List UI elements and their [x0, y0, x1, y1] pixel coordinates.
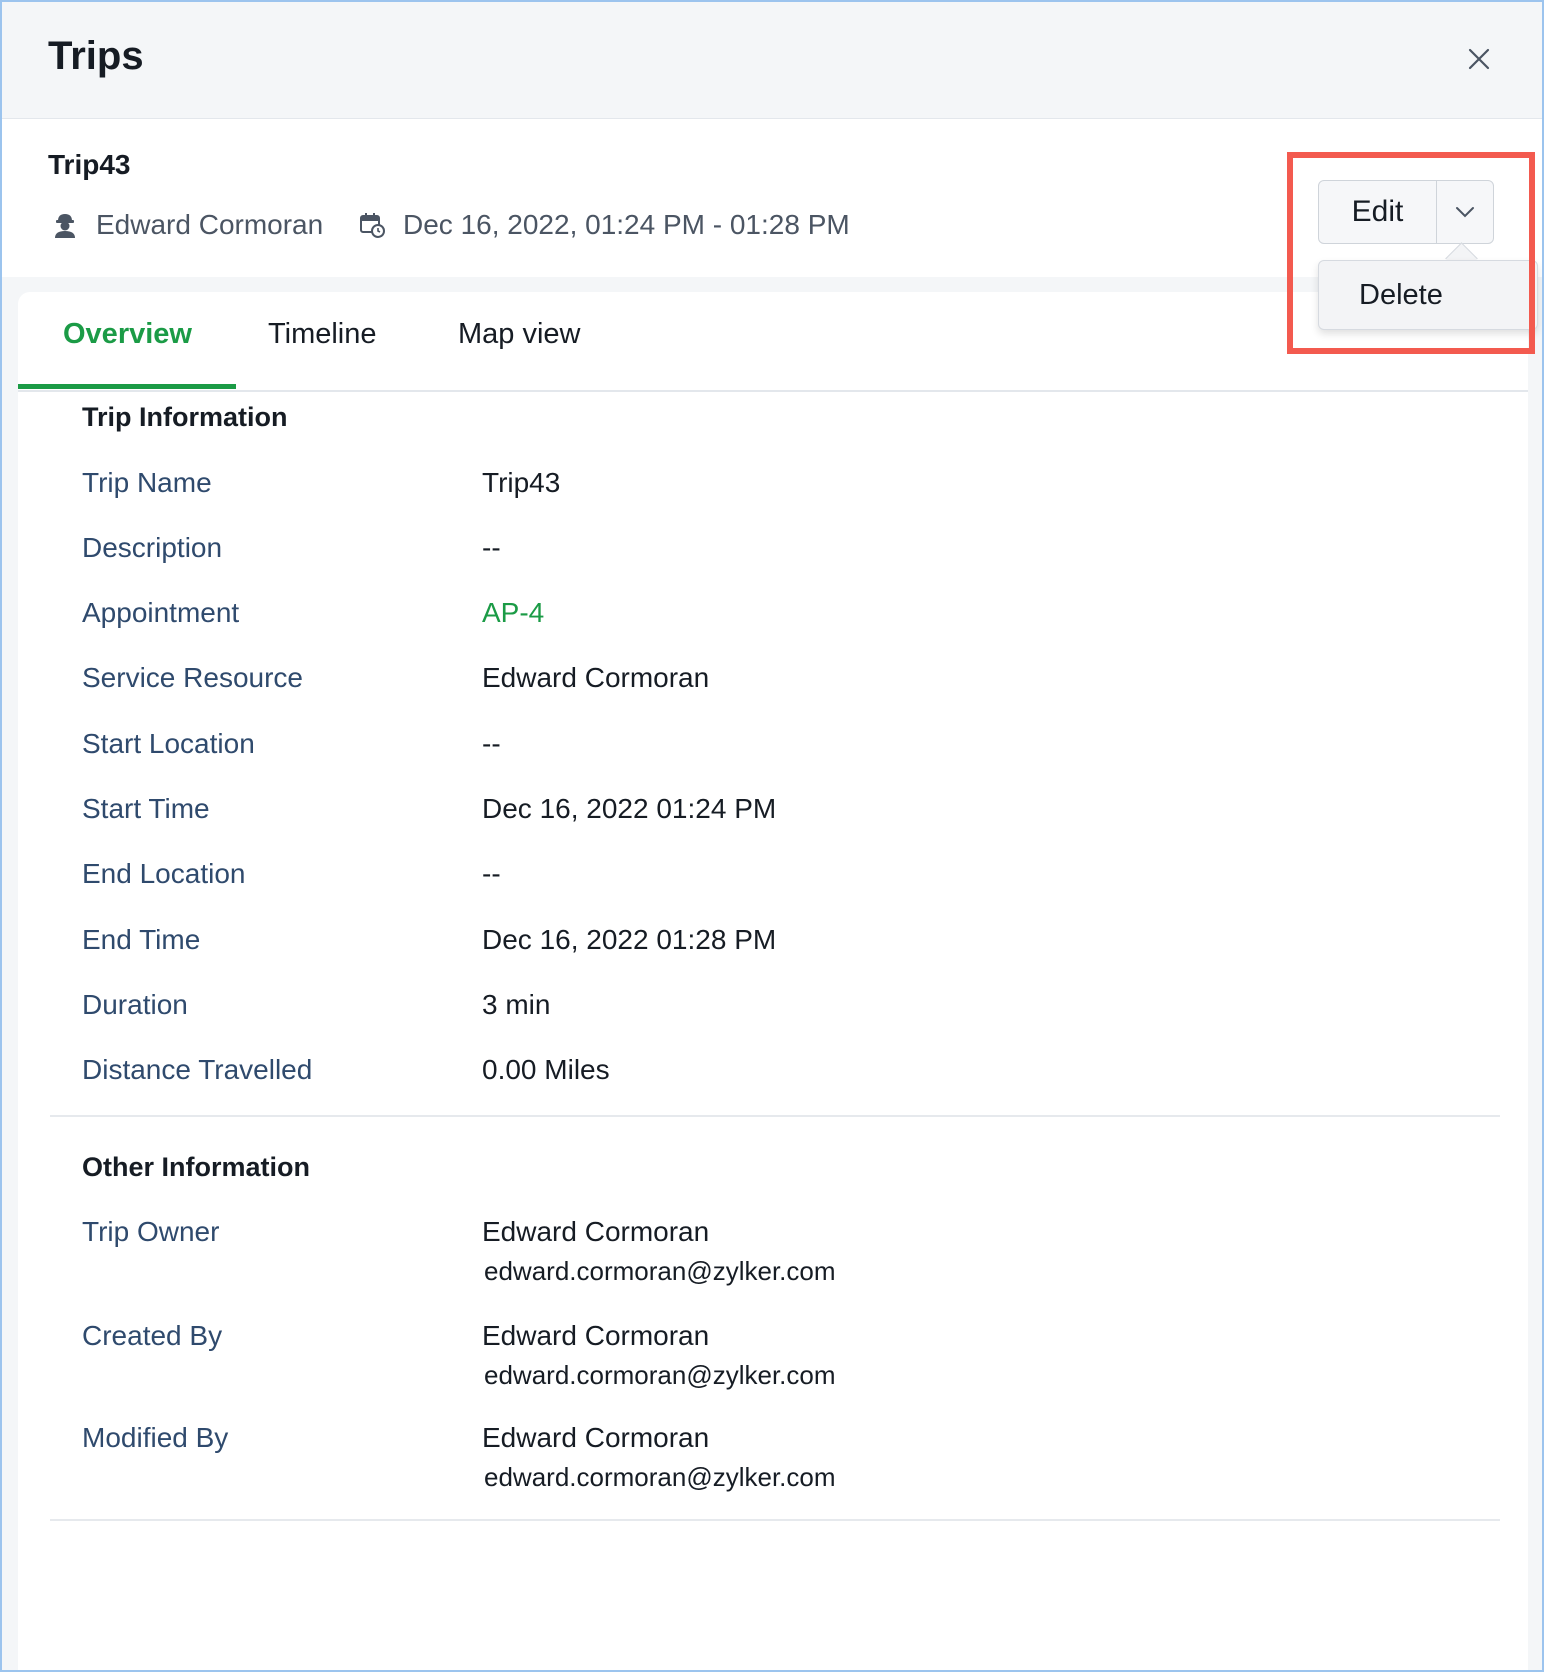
delete-menu-item[interactable]: Delete: [1359, 261, 1443, 329]
panel-header: Trips: [2, 2, 1542, 119]
user-email: edward.cormoran@zylker.com: [484, 1462, 836, 1492]
trip-details-panel: Trips Trip43 Edward Cormoran Dec 16, 202…: [0, 0, 1544, 1672]
tab-map-view[interactable]: Map view: [458, 318, 581, 351]
field-end-time: End Time Dec 16, 2022 01:28 PM: [82, 924, 1482, 964]
user-name: Edward Cormoran: [482, 1216, 710, 1247]
field-duration: Duration 3 min: [82, 989, 1482, 1029]
record-summary: Trip43 Edward Cormoran Dec 16, 2022, 01:…: [2, 119, 1542, 277]
field-value: 3 min: [482, 989, 551, 1020]
field-distance-travelled: Distance Travelled 0.00 Miles: [82, 1054, 1482, 1094]
field-modified-by: Modified By Edward Cormoran edward.cormo…: [82, 1422, 1482, 1492]
panel-title: Trips: [48, 34, 144, 78]
field-label: Created By: [82, 1320, 223, 1351]
more-actions-menu: Delete: [1318, 260, 1538, 330]
close-icon[interactable]: [1464, 44, 1494, 74]
field-value: Edward Cormoran: [482, 662, 710, 693]
field-label: Service Resource: [82, 662, 303, 693]
tab-overview[interactable]: Overview: [63, 318, 192, 351]
field-label: Trip Name: [82, 467, 212, 498]
calendar-clock-icon: [360, 213, 385, 238]
field-label: Distance Travelled: [82, 1054, 313, 1085]
field-description: Description --: [82, 532, 1482, 572]
field-start-location: Start Location --: [82, 728, 1482, 768]
field-value: --: [482, 532, 501, 563]
field-label: Appointment: [82, 597, 240, 628]
field-label: Duration: [82, 989, 188, 1020]
field-trip-owner: Trip Owner Edward Cormoran edward.cormor…: [82, 1216, 1482, 1286]
field-created-by: Created By Edward Cormoran edward.cormor…: [82, 1320, 1482, 1390]
field-value: --: [482, 728, 501, 759]
tab-timeline[interactable]: Timeline: [268, 318, 377, 351]
edit-split-button: Edit: [1318, 180, 1494, 244]
user-name: Edward Cormoran: [482, 1422, 710, 1453]
field-service-resource: Service Resource Edward Cormoran: [82, 662, 1482, 702]
other-information-heading: Other Information: [82, 1152, 310, 1182]
section-divider: [50, 1519, 1500, 1521]
record-owner: Edward Cormoran: [52, 207, 323, 243]
trip-information-heading: Trip Information: [82, 402, 288, 432]
field-appointment: Appointment AP-4: [82, 597, 1482, 637]
technician-icon: [55, 214, 75, 238]
field-label: Description: [82, 532, 223, 563]
details-card: Overview Timeline Map view Trip Informat…: [18, 292, 1528, 1670]
field-end-location: End Location --: [82, 858, 1482, 898]
user-email: edward.cormoran@zylker.com: [484, 1256, 836, 1286]
user-email: edward.cormoran@zylker.com: [484, 1360, 836, 1390]
field-value: Dec 16, 2022 01:28 PM: [482, 924, 777, 955]
field-trip-name: Trip Name Trip43: [82, 467, 1482, 507]
section-divider: [50, 1115, 1500, 1117]
field-label: Trip Owner: [82, 1216, 220, 1247]
field-label: End Time: [82, 924, 201, 955]
more-actions-toggle[interactable]: [1437, 181, 1493, 243]
field-value: Trip43: [482, 467, 561, 498]
chevron-down-icon: [1456, 207, 1474, 218]
record-datetime-text: Dec 16, 2022, 01:24 PM - 01:28 PM: [403, 209, 850, 240]
field-start-time: Start Time Dec 16, 2022 01:24 PM: [82, 793, 1482, 833]
record-owner-name: Edward Cormoran: [96, 209, 324, 240]
field-value: --: [482, 858, 501, 889]
record-datetime: Dec 16, 2022, 01:24 PM - 01:28 PM: [359, 207, 850, 243]
field-label: Modified By: [82, 1422, 229, 1453]
field-label: Start Location: [82, 728, 255, 759]
appointment-link[interactable]: AP-4: [482, 597, 544, 629]
user-name: Edward Cormoran: [482, 1320, 710, 1351]
tab-bar: Overview Timeline Map view: [18, 292, 1528, 392]
field-label: End Location: [82, 858, 246, 889]
field-label: Start Time: [82, 793, 210, 824]
record-title: Trip43: [48, 149, 131, 180]
active-tab-indicator: [18, 384, 236, 389]
field-value: Dec 16, 2022 01:24 PM: [482, 793, 777, 824]
edit-button[interactable]: Edit: [1319, 181, 1437, 243]
field-value: 0.00 Miles: [482, 1054, 610, 1085]
